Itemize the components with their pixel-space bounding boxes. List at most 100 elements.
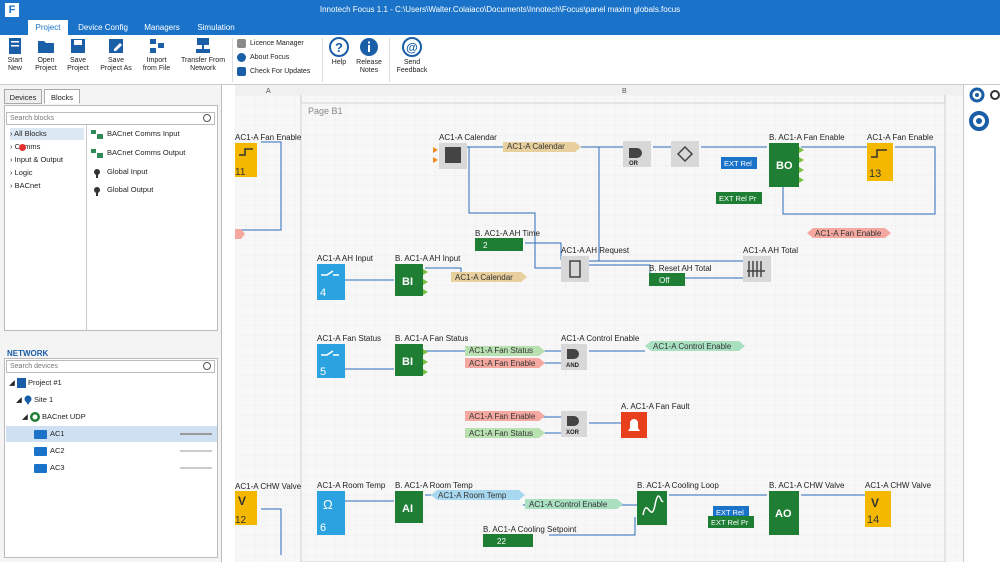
- import-label: Import: [146, 57, 167, 64]
- chw-valve-output-label: AC1-A CHW Valve: [865, 481, 932, 490]
- comms-output-icon: [91, 148, 103, 158]
- column-label-b: B: [622, 88, 627, 95]
- tree-label: Project #1: [27, 378, 62, 387]
- reset-value: Off: [659, 276, 670, 285]
- block-number: 12: [235, 515, 247, 526]
- gate-icon: [567, 349, 579, 359]
- new-document-icon: [9, 38, 21, 54]
- tree-site[interactable]: ◢ Site 1: [16, 394, 53, 406]
- tab-devices[interactable]: Devices: [4, 89, 42, 104]
- at-sign-icon: @: [402, 37, 422, 57]
- device-icon: [34, 463, 47, 473]
- network-section-label: NETWORK: [7, 349, 49, 358]
- calendar-tag-label: AC1-A Calendar: [455, 273, 513, 282]
- category-input-output[interactable]: › Input & Output: [10, 154, 63, 166]
- ribbon: Start New Open Project Save Project Save Pro…: [0, 35, 1000, 85]
- save-project-as-button[interactable]: Save Project As: [97, 37, 135, 73]
- right-toolbar: [963, 85, 1000, 562]
- tree-bacnet-udp[interactable]: ◢ BACnet UDP: [22, 411, 86, 423]
- network-transfer-icon: [196, 38, 210, 53]
- antenna-icon: [94, 168, 100, 178]
- tab-blocks[interactable]: Blocks: [44, 89, 80, 104]
- fan-enable-tag-label: AC1-A Fan Enable: [469, 412, 536, 421]
- ribbon-separator: [232, 38, 233, 82]
- start-new-button[interactable]: Start New: [3, 37, 27, 73]
- transfer-from-network-button[interactable]: Transfer From Network: [178, 37, 228, 73]
- block-number: 11: [235, 167, 246, 178]
- control-enable-tag-label: AC1-A Control Enable: [653, 342, 732, 351]
- block-bacnet-comms-input[interactable]: BACnet Comms Input: [90, 128, 180, 140]
- ah-time-value: 2: [483, 241, 488, 250]
- send-feedback-button[interactable]: @ Send Feedback: [394, 37, 430, 75]
- about-focus-button[interactable]: About Focus: [237, 52, 289, 64]
- divider: [86, 125, 87, 330]
- ext-rel-label: EXT Rel: [716, 508, 744, 517]
- open-project-button[interactable]: Open Project: [32, 37, 60, 73]
- svg-text:V: V: [871, 496, 879, 510]
- cooling-setpoint-label: B. AC1-A Cooling Setpoint: [483, 525, 577, 534]
- svg-text:@: @: [406, 41, 418, 55]
- device-status-bar: [180, 433, 212, 435]
- start-new-label-2: New: [7, 65, 22, 72]
- tab-managers[interactable]: Managers: [138, 20, 186, 35]
- cursor-indicator: [19, 144, 26, 151]
- licence-manager-button[interactable]: Licence Manager: [237, 38, 304, 50]
- block-bacnet-comms-output[interactable]: BACnet Comms Output: [90, 147, 185, 159]
- help-button[interactable]: ? Help: [328, 37, 350, 67]
- ah-request-block[interactable]: [561, 256, 589, 282]
- import-from-file-button[interactable]: Import from File: [140, 37, 173, 73]
- category-label: Input & Output: [14, 155, 63, 164]
- block-number: 14: [867, 514, 879, 526]
- logic-canvas[interactable]: A B 1 Page B1 AC1-A Fan Enable 11 AC1-A …: [235, 85, 963, 562]
- hysteresis-block[interactable]: [671, 141, 699, 167]
- block-global-output[interactable]: Global Output: [90, 184, 153, 196]
- search-blocks-input[interactable]: Search blocks: [6, 112, 215, 125]
- block-global-input[interactable]: Global Input: [90, 166, 147, 178]
- save-project-label: Save: [70, 57, 86, 64]
- page-title: Page B1: [308, 106, 343, 116]
- tree-device-ac1[interactable]: AC1: [34, 428, 65, 440]
- check-updates-button[interactable]: Check For Updates: [237, 66, 310, 78]
- gate-icon: [567, 416, 579, 426]
- cooling-loop-block[interactable]: [637, 491, 667, 525]
- block-number: 5: [320, 366, 326, 378]
- bacnet-udp-icon: [29, 412, 40, 423]
- save-icon: [71, 39, 85, 53]
- category-logic[interactable]: › Logic: [10, 167, 33, 179]
- start-new-label: Start: [7, 57, 23, 64]
- ext-rel-pr-label: EXT Rel Pr: [711, 518, 749, 527]
- fan-enable-label: AC1-A Fan Enable: [235, 133, 302, 142]
- transfer-label: Transfer From: [180, 57, 226, 64]
- updates-icon: [237, 66, 246, 76]
- search-devices-input[interactable]: Search devices: [6, 360, 215, 373]
- category-all-blocks[interactable]: › All Blocks: [10, 128, 84, 140]
- tab-simulation[interactable]: Simulation: [190, 20, 242, 35]
- tab-device-config[interactable]: Device Config: [70, 20, 136, 35]
- transfer-label-2: Network: [190, 65, 216, 72]
- release-notes-button[interactable]: Release Notes: [354, 37, 384, 75]
- block-number: 4: [320, 287, 326, 299]
- reset-ah-total-label: B. Reset AH Total: [649, 264, 712, 273]
- info-icon: [237, 52, 246, 62]
- cooling-setpoint-value: 22: [497, 537, 506, 546]
- title-bar: F Innotech Focus 1.1 - C:\Users\Walter.C…: [0, 0, 1000, 20]
- save-project-button[interactable]: Save Project: [64, 37, 92, 73]
- category-bacnet[interactable]: › BACnet: [10, 180, 40, 192]
- tree-project[interactable]: ◢ Project #1: [9, 377, 62, 389]
- import-label-2: from File: [142, 65, 171, 72]
- view-icon[interactable]: [990, 90, 1000, 100]
- room-temp-label: AC1-A Room Temp: [317, 481, 386, 490]
- control-enable-tag-label: AC1-A Control Enable: [529, 500, 608, 509]
- tab-project[interactable]: Project: [28, 20, 68, 35]
- tree-device-ac2[interactable]: AC2: [34, 445, 65, 457]
- calendar-icon: [445, 147, 461, 163]
- xor-label: XOR: [566, 430, 580, 436]
- save-as-label-2: Project As: [100, 65, 132, 72]
- fan-enable-output-label: AC1-A Fan Enable: [867, 133, 934, 142]
- cooling-setpoint-value-block[interactable]: [483, 534, 533, 547]
- open-project-label-2: Project: [35, 65, 57, 72]
- antenna-icon: [94, 186, 100, 196]
- left-panel: Devices Blocks Search blocks › All Block…: [0, 85, 222, 562]
- device-status-bar: [180, 467, 212, 469]
- tree-device-ac3[interactable]: AC3: [34, 462, 65, 474]
